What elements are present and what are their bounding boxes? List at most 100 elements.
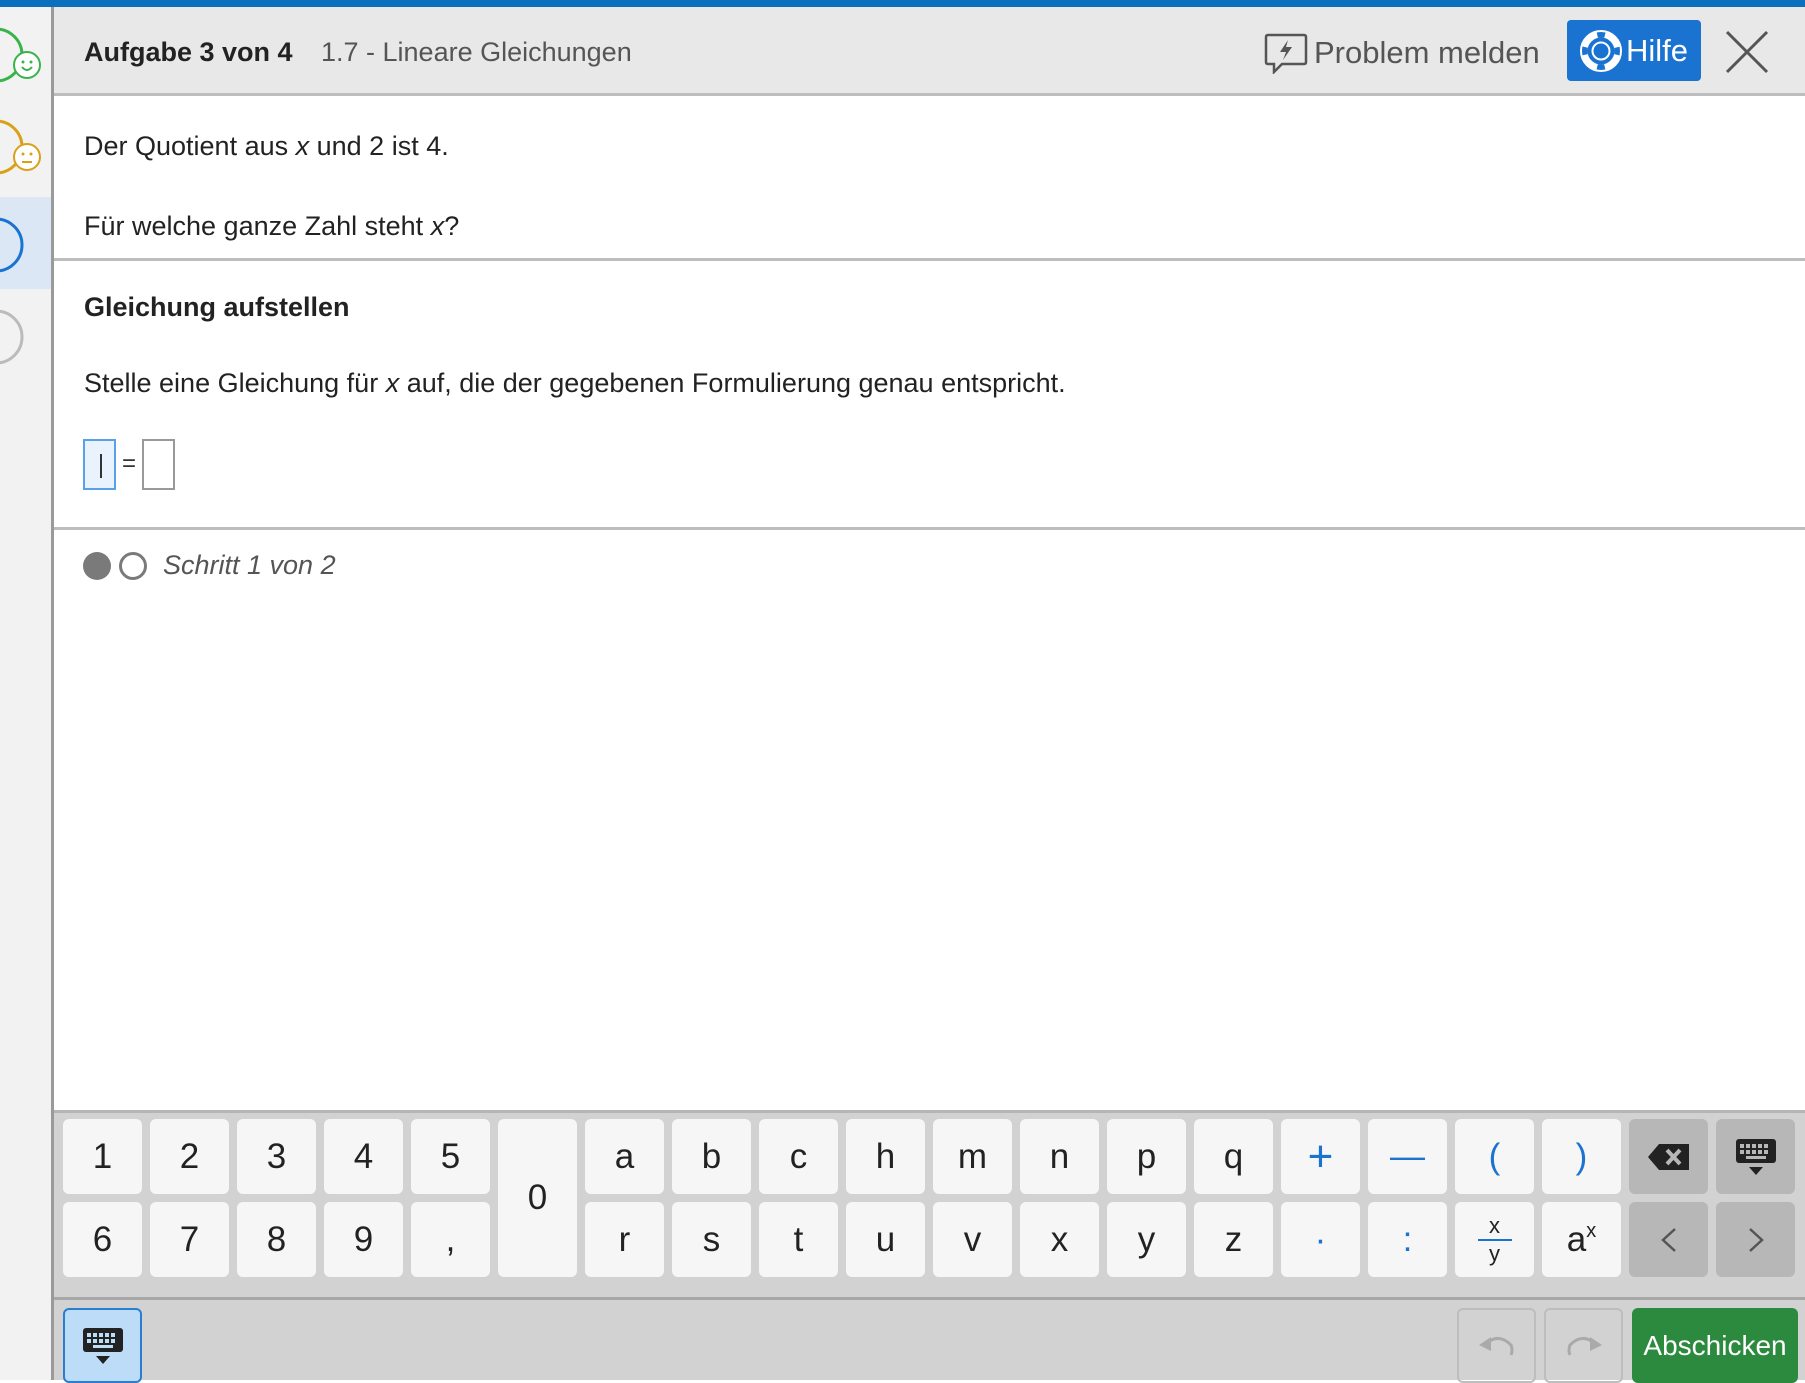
equation-right-input[interactable] bbox=[142, 438, 176, 490]
key-paren-open[interactable]: ( bbox=[1455, 1119, 1534, 1194]
bottom-toolbar: Abschicken bbox=[54, 1297, 1805, 1383]
key-backspace[interactable] bbox=[1629, 1119, 1708, 1194]
equation-editor: = bbox=[83, 438, 176, 490]
redo-button[interactable] bbox=[1544, 1308, 1623, 1383]
text: und 2 ist 4. bbox=[309, 131, 449, 161]
submit-label: Abschicken bbox=[1643, 1329, 1787, 1361]
step-title: Gleichung aufstellen bbox=[84, 292, 350, 322]
key-minus[interactable]: — bbox=[1368, 1119, 1447, 1194]
text: Für welche ganze Zahl steht bbox=[84, 211, 431, 241]
undo-button[interactable] bbox=[1457, 1308, 1536, 1383]
main-panel: Aufgabe 3 von 4 1.7 - Lineare Gleichunge… bbox=[54, 7, 1805, 1383]
key-fraction[interactable]: x y bbox=[1455, 1202, 1534, 1277]
rail-task-3-current[interactable] bbox=[0, 197, 51, 289]
task-open-icon bbox=[0, 309, 24, 365]
key-n[interactable]: n bbox=[1020, 1119, 1099, 1194]
arrow-right-icon bbox=[1748, 1227, 1764, 1252]
key-t[interactable]: t bbox=[759, 1202, 838, 1277]
fraction-numerator: x bbox=[1489, 1212, 1500, 1238]
smiley-neutral-icon bbox=[0, 119, 41, 175]
header-bar: Aufgabe 3 von 4 1.7 - Lineare Gleichunge… bbox=[54, 7, 1805, 96]
key-2[interactable]: 2 bbox=[150, 1119, 229, 1194]
key-v[interactable]: v bbox=[933, 1202, 1012, 1277]
key-cursor-left[interactable] bbox=[1629, 1202, 1708, 1277]
submit-button[interactable]: Abschicken bbox=[1632, 1308, 1798, 1383]
rail-task-2-neutral[interactable] bbox=[0, 99, 51, 191]
keyboard-hide-icon bbox=[1735, 1138, 1776, 1175]
report-lightning-icon bbox=[1264, 33, 1308, 74]
equals-sign: = bbox=[122, 450, 137, 477]
smiley-happy-icon bbox=[0, 27, 41, 83]
key-7[interactable]: 7 bbox=[150, 1202, 229, 1277]
key-q[interactable]: q bbox=[1194, 1119, 1273, 1194]
step-dot-open bbox=[119, 551, 147, 580]
key-paren-close[interactable]: ) bbox=[1542, 1119, 1621, 1194]
step-panel: Gleichung aufstellen Stelle eine Gleichu… bbox=[54, 264, 1805, 530]
arrow-left-icon bbox=[1660, 1227, 1676, 1252]
step-progress-label: Schritt 1 von 2 bbox=[163, 550, 336, 580]
key-y[interactable]: y bbox=[1107, 1202, 1186, 1277]
topic-title: 1.7 - Lineare Gleichungen bbox=[321, 37, 632, 67]
key-r[interactable]: r bbox=[585, 1202, 664, 1277]
key-3[interactable]: 3 bbox=[237, 1119, 316, 1194]
variable: x bbox=[430, 211, 445, 241]
key-b[interactable]: b bbox=[672, 1119, 751, 1194]
key-1[interactable]: 1 bbox=[63, 1119, 142, 1194]
power-exponent: x bbox=[1586, 1220, 1597, 1242]
key-c[interactable]: c bbox=[759, 1119, 838, 1194]
key-z[interactable]: z bbox=[1194, 1202, 1273, 1277]
key-divide[interactable]: : bbox=[1368, 1202, 1447, 1277]
key-x[interactable]: x bbox=[1020, 1202, 1099, 1277]
text: auf, die der gegebenen Formulierung gena… bbox=[399, 368, 1066, 398]
problem-line-2: Für welche ganze Zahl steht x? bbox=[84, 211, 459, 242]
key-hide-keyboard[interactable] bbox=[1716, 1119, 1795, 1194]
variable: x bbox=[385, 368, 400, 398]
rail-task-4-open[interactable] bbox=[0, 297, 51, 389]
fraction-denominator: y bbox=[1489, 1240, 1500, 1266]
key-8[interactable]: 8 bbox=[237, 1202, 316, 1277]
key-multiply[interactable]: · bbox=[1281, 1202, 1360, 1277]
key-comma[interactable]: , bbox=[411, 1202, 490, 1277]
key-5[interactable]: 5 bbox=[411, 1119, 490, 1194]
keyboard-toggle-button[interactable] bbox=[63, 1308, 142, 1383]
key-m[interactable]: m bbox=[933, 1119, 1012, 1194]
key-0[interactable]: 0 bbox=[498, 1119, 577, 1277]
text-caret bbox=[100, 453, 102, 478]
close-icon bbox=[1725, 30, 1769, 74]
key-plus[interactable]: + bbox=[1281, 1119, 1360, 1194]
key-s[interactable]: s bbox=[672, 1202, 751, 1277]
equation-left-input[interactable] bbox=[83, 438, 116, 490]
problem-line-1: Der Quotient aus x und 2 ist 4. bbox=[84, 131, 449, 162]
task-rail bbox=[0, 7, 54, 1380]
key-6[interactable]: 6 bbox=[63, 1202, 142, 1277]
help-button[interactable]: Hilfe bbox=[1567, 20, 1701, 81]
text: Stelle eine Gleichung für bbox=[84, 368, 386, 398]
power-base: a bbox=[1566, 1219, 1587, 1259]
text: ? bbox=[444, 211, 460, 241]
key-9[interactable]: 9 bbox=[324, 1202, 403, 1277]
lifebuoy-icon bbox=[1579, 29, 1622, 72]
variable: x bbox=[295, 131, 310, 161]
key-4[interactable]: 4 bbox=[324, 1119, 403, 1194]
key-power[interactable]: ax bbox=[1542, 1202, 1621, 1277]
key-a[interactable]: a bbox=[585, 1119, 664, 1194]
task-current-icon bbox=[0, 217, 24, 273]
key-h[interactable]: h bbox=[846, 1119, 925, 1194]
step-dot-done bbox=[83, 551, 111, 580]
task-counter: Aufgabe 3 von 4 bbox=[84, 37, 293, 67]
keyboard-icon bbox=[82, 1327, 123, 1364]
math-keyboard: 1 2 3 4 5 6 7 8 9 , 0 a b c h m n p q r … bbox=[54, 1110, 1805, 1297]
step-instruction: Stelle eine Gleichung für x auf, die der… bbox=[84, 368, 1066, 399]
step-progress: Schritt 1 von 2 bbox=[83, 550, 336, 581]
problem-statement: Der Quotient aus x und 2 ist 4. Für welc… bbox=[54, 99, 1805, 261]
close-button[interactable] bbox=[1722, 27, 1772, 77]
key-p[interactable]: p bbox=[1107, 1119, 1186, 1194]
key-cursor-right[interactable] bbox=[1716, 1202, 1795, 1277]
undo-icon bbox=[1478, 1336, 1513, 1356]
report-problem-label: Problem melden bbox=[1314, 35, 1540, 70]
rail-task-1-happy[interactable] bbox=[0, 7, 51, 99]
key-u[interactable]: u bbox=[846, 1202, 925, 1277]
report-problem-button[interactable]: Problem melden bbox=[1264, 32, 1540, 74]
help-label: Hilfe bbox=[1625, 32, 1688, 68]
backspace-icon bbox=[1647, 1143, 1689, 1170]
